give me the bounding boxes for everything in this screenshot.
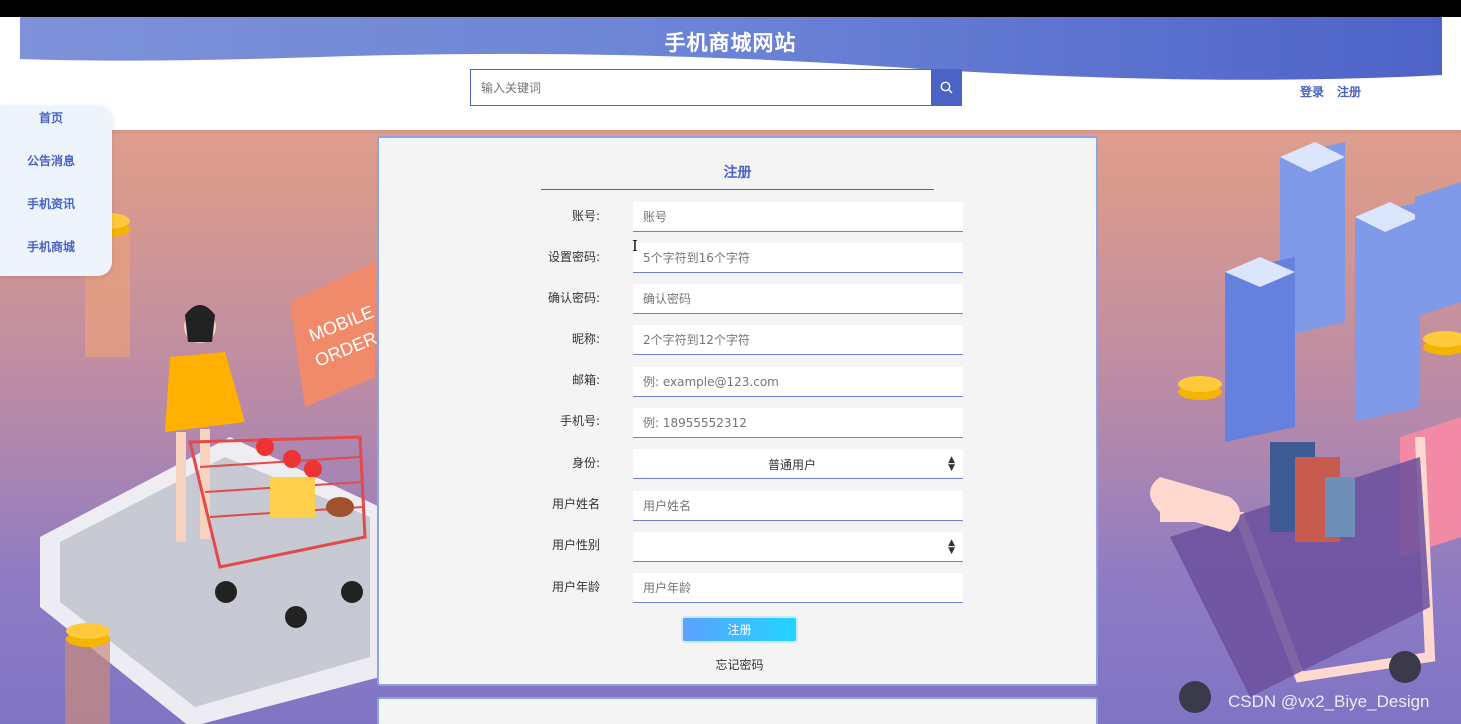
register-submit-button[interactable]: 注册 <box>681 616 798 643</box>
watermark: CSDN @vx2_Biye_Design <box>1228 692 1430 711</box>
sidebar-item-phone-news[interactable]: 手机资讯 <box>0 195 102 212</box>
page: MOBILE ORDER 手机商城网站 输入关键词 登录 注册 首页 公告消息 … <box>0 17 1461 724</box>
select-arrow-icon: ▲ ▼ <box>948 455 955 473</box>
shopping-illustration-left: MOBILE ORDER <box>40 213 380 724</box>
role-select[interactable]: 普通用户 ▲ ▼ <box>633 449 963 479</box>
sidebar-item-phone-mall[interactable]: 手机商城 <box>0 238 102 255</box>
phone-input[interactable] <box>633 408 963 438</box>
role-label: 身份: <box>571 456 600 470</box>
register-panel: 注册 账号: 设置密码: 确认密码: 昵称: 邮箱: 手机号: 身份: 普通用户… <box>377 136 1098 686</box>
search-icon <box>940 81 953 94</box>
gender-label: 用户性别 <box>551 538 600 552</box>
forgot-password-link[interactable]: 忘记密码 <box>681 656 798 673</box>
header: 手机商城网站 登录 注册 <box>0 17 1461 130</box>
email-label: 邮箱: <box>571 373 600 387</box>
confirm-password-input[interactable] <box>633 284 963 314</box>
account-input[interactable] <box>633 202 963 232</box>
search-button[interactable] <box>931 69 962 106</box>
form-title: 注册 <box>723 165 752 181</box>
site-title: 手机商城网站 <box>664 31 797 55</box>
secondary-panel <box>377 697 1098 724</box>
password-input[interactable] <box>633 243 963 273</box>
sidebar-nav: 首页 公告消息 手机资讯 手机商城 <box>0 106 112 276</box>
select-arrow-icon: ▲ ▼ <box>948 538 955 556</box>
sidebar-item-announcements[interactable]: 公告消息 <box>0 152 102 169</box>
nickname-label: 昵称: <box>571 332 600 346</box>
text-cursor-icon: I <box>632 237 638 255</box>
user-name-label: 用户姓名 <box>551 497 600 511</box>
phone-label: 手机号: <box>559 414 600 428</box>
sidebar-item-home[interactable]: 首页 <box>0 109 102 126</box>
user-name-input[interactable] <box>633 491 963 521</box>
browser-top-bar <box>0 0 1461 17</box>
role-select-value: 普通用户 <box>767 458 816 472</box>
shopping-illustration-right <box>1150 142 1461 713</box>
age-input[interactable] <box>633 573 963 603</box>
register-link[interactable]: 注册 <box>1337 83 1361 100</box>
password-label: 设置密码: <box>547 250 600 264</box>
account-label: 账号: <box>571 209 600 223</box>
nickname-input[interactable] <box>633 325 963 355</box>
login-link[interactable]: 登录 <box>1300 83 1324 100</box>
age-label: 用户年龄 <box>551 580 600 594</box>
email-input[interactable] <box>633 367 963 397</box>
form-title-divider <box>541 189 934 190</box>
confirm-password-label: 确认密码: <box>547 291 600 305</box>
search-input[interactable] <box>470 69 931 106</box>
gender-select[interactable]: ▲ ▼ <box>633 532 963 562</box>
